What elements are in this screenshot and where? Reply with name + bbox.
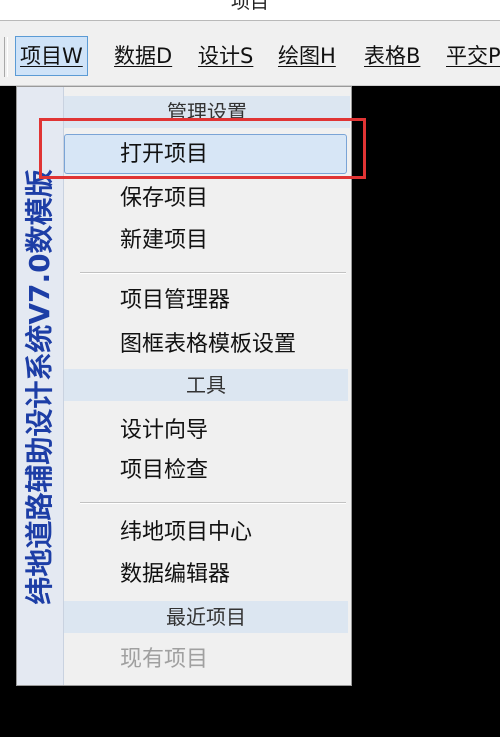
menu-item-weidi-center[interactable]: 纬地项目中心	[120, 518, 252, 548]
menu-item-project-manager[interactable]: 项目管理器	[120, 286, 230, 316]
menu-item-new-project[interactable]: 新建项目	[120, 226, 208, 256]
menu-item-save-project[interactable]: 保存项目	[120, 184, 208, 214]
menu-table[interactable]: 表格B	[360, 39, 424, 73]
menu-bar-grip	[4, 37, 8, 77]
annotation-highlight-box	[39, 118, 366, 179]
menu-divider	[80, 502, 346, 504]
window-title: 项目	[230, 0, 269, 13]
menu-item-frame-table-template[interactable]: 图框表格模板设置	[120, 330, 296, 360]
side-banner-text: 纬地道路辅助设计系统V7.0数模版	[23, 169, 56, 605]
section-header-tools: 工具	[64, 369, 348, 401]
menu-design[interactable]: 设计S	[194, 39, 257, 73]
menu-project[interactable]: 项目W	[15, 36, 88, 76]
menu-draw[interactable]: 绘图H	[274, 39, 340, 73]
menu-bar: 项目W 数据D 设计S 绘图H 表格B 平交P	[0, 21, 500, 86]
menu-divider	[80, 272, 346, 274]
section-header-recent: 最近项目	[64, 601, 348, 633]
menu-item-design-wizard[interactable]: 设计向导	[120, 416, 208, 446]
title-bar: 项目	[0, 0, 500, 21]
menu-item-project-check[interactable]: 项目检查	[120, 456, 208, 486]
menu-item-existing-projects: 现有项目	[120, 647, 209, 672]
menu-intersection[interactable]: 平交P	[442, 39, 500, 73]
menu-item-data-editor[interactable]: 数据编辑器	[120, 560, 230, 590]
menu-data[interactable]: 数据D	[110, 39, 176, 73]
